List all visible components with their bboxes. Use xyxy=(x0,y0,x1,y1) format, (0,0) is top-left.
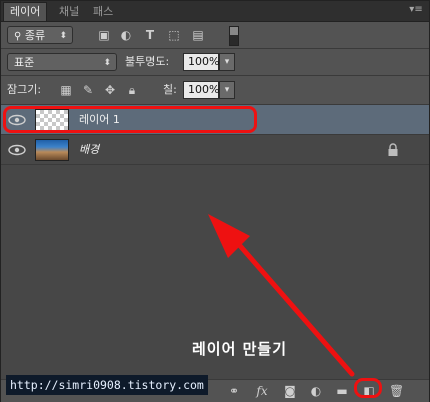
annotation-caption: 레이어 만들기 xyxy=(192,340,288,358)
shape-filter-icon[interactable]: ⬚ xyxy=(167,28,181,42)
opacity-input[interactable]: 100% xyxy=(183,53,219,71)
lock-transparent-pixels-icon[interactable]: ▦ xyxy=(59,83,73,97)
lock-row: 잠그기: ▦ ✎ ✥ 🔒︎ 칠: 100% ▾ xyxy=(1,76,429,105)
adjustment-filter-icon[interactable]: ◐ xyxy=(119,28,133,42)
tab-channels[interactable]: 채널 xyxy=(53,3,85,21)
layer-thumbnail xyxy=(35,139,69,161)
blend-mode-dropdown[interactable]: 표준 ⬍ xyxy=(7,53,117,71)
chevron-updown-icon: ⬍ xyxy=(59,31,67,41)
eye-icon[interactable] xyxy=(7,143,27,157)
adjustment-layer-icon[interactable]: ◐ xyxy=(309,384,323,398)
tab-paths[interactable]: 패스 xyxy=(87,3,119,21)
blend-row: 표준 ⬍ 불투명도: 100% ▾ xyxy=(1,49,429,76)
lock-all-icon[interactable]: 🔒︎ xyxy=(125,83,139,97)
fill-dropdown-arrow[interactable]: ▾ xyxy=(219,81,235,99)
blend-mode-value: 표준 xyxy=(14,56,35,69)
image-filter-icon[interactable]: ▣ xyxy=(97,28,111,42)
new-group-folder-icon[interactable]: ▬ xyxy=(335,384,349,398)
lock-label: 잠그기: xyxy=(7,83,42,96)
layer-row-background[interactable]: 배경 xyxy=(1,135,429,165)
add-mask-icon[interactable]: ◙ xyxy=(283,384,297,398)
filter-kind-label: 종류 xyxy=(24,29,46,42)
filter-row: ⚲ 종류 ⬍ ▣ ◐ T ⬚ ▤ xyxy=(1,22,429,49)
type-filter-icon[interactable]: T xyxy=(143,28,157,42)
fill-label: 칠: xyxy=(163,83,177,96)
filter-kind-dropdown[interactable]: ⚲ 종류 ⬍ xyxy=(7,26,73,44)
lock-icon xyxy=(388,143,398,156)
selected-layer-highlight xyxy=(3,106,257,133)
layer-style-fx-icon[interactable]: fx xyxy=(255,384,269,398)
link-layers-icon[interactable]: ⚭ xyxy=(227,384,241,398)
search-icon: ⚲ xyxy=(14,31,22,42)
lock-image-pixels-icon[interactable]: ✎ xyxy=(81,83,95,97)
lock-position-icon[interactable]: ✥ xyxy=(103,83,117,97)
tab-layers[interactable]: 레이어 xyxy=(3,2,48,21)
fill-input[interactable]: 100% xyxy=(183,81,219,99)
smart-object-filter-icon[interactable]: ▤ xyxy=(191,28,205,42)
watermark-url: http://simri0908.tistory.com xyxy=(6,375,208,395)
chevron-updown-icon: ⬍ xyxy=(103,58,111,68)
layer-name[interactable]: 배경 xyxy=(79,135,99,165)
filter-toggle-switch[interactable] xyxy=(229,26,239,46)
panel-menu-icon[interactable]: ▾≡ xyxy=(409,4,423,16)
opacity-label: 불투명도: xyxy=(125,55,170,68)
trash-icon[interactable]: 🗑︎ xyxy=(389,384,404,398)
panel-tab-bar: 레이어 채널 패스 ▾≡ xyxy=(1,1,429,22)
new-layer-button-highlight xyxy=(354,378,382,398)
opacity-dropdown-arrow[interactable]: ▾ xyxy=(219,53,235,71)
